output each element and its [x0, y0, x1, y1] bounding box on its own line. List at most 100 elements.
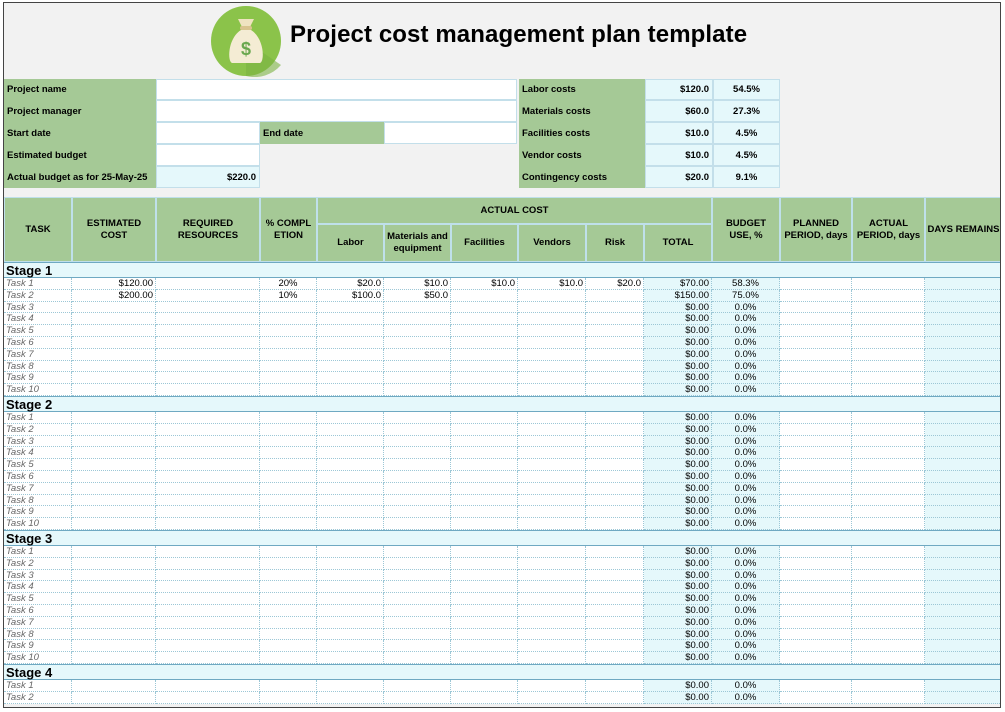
vendors-cell[interactable]: [518, 313, 586, 326]
estimated-cost-cell[interactable]: [72, 494, 156, 507]
actual-period-cell[interactable]: [852, 628, 925, 641]
required-resources-cell[interactable]: [156, 325, 260, 337]
materials-cell[interactable]: [384, 604, 451, 617]
facilities-cell[interactable]: [451, 545, 518, 558]
actual-period-cell[interactable]: [852, 482, 925, 495]
vendors-cell[interactable]: [518, 640, 586, 653]
risk-cell[interactable]: [586, 691, 644, 704]
labor-cell[interactable]: [317, 518, 384, 530]
completion-cell[interactable]: [260, 372, 317, 385]
days-remains-cell[interactable]: [925, 289, 1000, 302]
days-remains-cell[interactable]: [925, 301, 1000, 314]
actual-period-cell[interactable]: [852, 557, 925, 570]
task-name[interactable]: Task 7: [4, 482, 72, 495]
completion-cell[interactable]: [260, 569, 317, 582]
required-resources-cell[interactable]: [156, 278, 260, 290]
estimated-cost-cell[interactable]: $200.00: [72, 289, 156, 302]
days-remains-cell[interactable]: [925, 604, 1000, 617]
labor-cell[interactable]: [317, 384, 384, 396]
project-manager-field[interactable]: [156, 100, 517, 122]
days-remains-cell[interactable]: [925, 459, 1000, 471]
required-resources-cell[interactable]: [156, 616, 260, 629]
planned-period-cell[interactable]: [780, 482, 852, 495]
days-remains-cell[interactable]: [925, 652, 1000, 664]
materials-cell[interactable]: [384, 557, 451, 570]
actual-period-cell[interactable]: [852, 423, 925, 436]
facilities-cell[interactable]: [451, 372, 518, 385]
labor-cell[interactable]: [317, 301, 384, 314]
labor-cell[interactable]: [317, 435, 384, 448]
required-resources-cell[interactable]: [156, 593, 260, 605]
risk-cell[interactable]: [586, 360, 644, 373]
facilities-cell[interactable]: [451, 447, 518, 460]
required-resources-cell[interactable]: [156, 289, 260, 302]
estimated-cost-cell[interactable]: [72, 325, 156, 337]
vendors-cell[interactable]: [518, 470, 586, 483]
cost-value[interactable]: $10.0: [645, 122, 713, 144]
facilities-cell[interactable]: [451, 628, 518, 641]
actual-period-cell[interactable]: [852, 545, 925, 558]
risk-cell[interactable]: [586, 459, 644, 471]
facilities-cell[interactable]: [451, 679, 518, 692]
labor-cell[interactable]: [317, 459, 384, 471]
estimated-cost-cell[interactable]: [72, 470, 156, 483]
planned-period-cell[interactable]: [780, 581, 852, 594]
vendors-cell[interactable]: [518, 325, 586, 337]
materials-cell[interactable]: [384, 423, 451, 436]
required-resources-cell[interactable]: [156, 581, 260, 594]
risk-cell[interactable]: [586, 447, 644, 460]
planned-period-cell[interactable]: [780, 325, 852, 337]
vendors-cell[interactable]: [518, 679, 586, 692]
actual-period-cell[interactable]: [852, 616, 925, 629]
facilities-cell[interactable]: [451, 459, 518, 471]
facilities-cell[interactable]: [451, 384, 518, 396]
labor-cell[interactable]: [317, 557, 384, 570]
actual-period-cell[interactable]: [852, 435, 925, 448]
facilities-cell[interactable]: [451, 581, 518, 594]
materials-cell[interactable]: [384, 301, 451, 314]
labor-cell[interactable]: [317, 470, 384, 483]
estimated-cost-cell[interactable]: [72, 691, 156, 704]
labor-cell[interactable]: [317, 545, 384, 558]
facilities-cell[interactable]: [451, 604, 518, 617]
planned-period-cell[interactable]: [780, 569, 852, 582]
days-remains-cell[interactable]: [925, 325, 1000, 337]
completion-cell[interactable]: [260, 652, 317, 664]
risk-cell[interactable]: [586, 506, 644, 519]
completion-cell[interactable]: [260, 423, 317, 436]
task-name[interactable]: Task 6: [4, 604, 72, 617]
estimated-cost-cell[interactable]: [72, 447, 156, 460]
facilities-cell[interactable]: [451, 313, 518, 326]
materials-cell[interactable]: $50.0: [384, 289, 451, 302]
facilities-cell[interactable]: [451, 518, 518, 530]
planned-period-cell[interactable]: [780, 348, 852, 361]
task-name[interactable]: Task 7: [4, 348, 72, 361]
required-resources-cell[interactable]: [156, 482, 260, 495]
estimated-cost-cell[interactable]: [72, 518, 156, 530]
estimated-cost-cell[interactable]: [72, 679, 156, 692]
completion-cell[interactable]: [260, 581, 317, 594]
actual-period-cell[interactable]: [852, 278, 925, 290]
estimated-cost-cell[interactable]: [72, 593, 156, 605]
cost-value[interactable]: $60.0: [645, 100, 713, 122]
actual-period-cell[interactable]: [852, 301, 925, 314]
risk-cell[interactable]: [586, 325, 644, 337]
planned-period-cell[interactable]: [780, 518, 852, 530]
task-name[interactable]: Task 1: [4, 411, 72, 424]
completion-cell[interactable]: [260, 360, 317, 373]
planned-period-cell[interactable]: [780, 545, 852, 558]
days-remains-cell[interactable]: [925, 470, 1000, 483]
task-name[interactable]: Task 1: [4, 679, 72, 692]
facilities-cell[interactable]: [451, 652, 518, 664]
task-name[interactable]: Task 5: [4, 593, 72, 605]
vendors-cell[interactable]: [518, 652, 586, 664]
estimated-cost-cell[interactable]: [72, 372, 156, 385]
materials-cell[interactable]: [384, 325, 451, 337]
materials-cell[interactable]: $10.0: [384, 278, 451, 290]
completion-cell[interactable]: [260, 482, 317, 495]
completion-cell[interactable]: [260, 518, 317, 530]
vendors-cell[interactable]: [518, 506, 586, 519]
required-resources-cell[interactable]: [156, 506, 260, 519]
required-resources-cell[interactable]: [156, 384, 260, 396]
labor-cell[interactable]: [317, 348, 384, 361]
